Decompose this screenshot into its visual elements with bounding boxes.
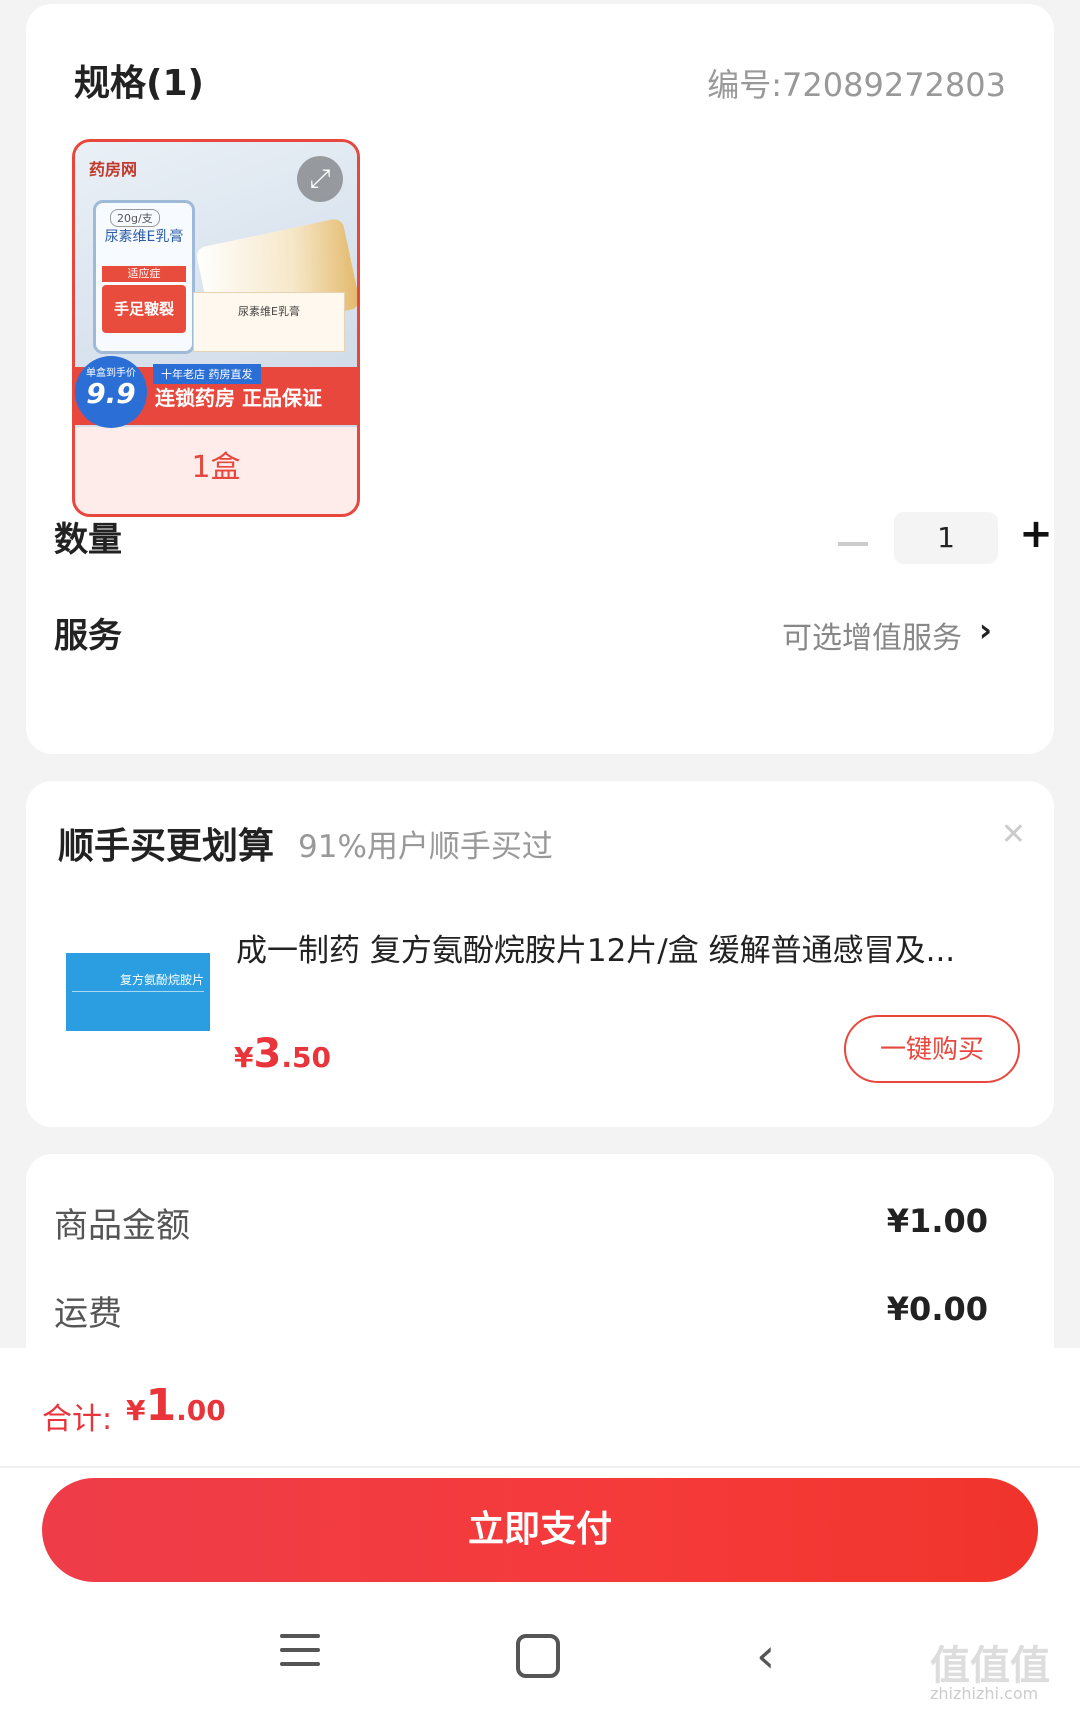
price-strip: 十年老店 药房直发 [153,364,261,384]
total-currency: ¥ [126,1394,146,1427]
price-badge: 单盒到手价 9.9 [75,356,147,428]
bottom-bar: 合计: ¥1.00 立即支付 ‹ 值值值 zhizhizhi.com [0,1348,1080,1717]
spec-title: 规格(1) [74,63,204,104]
product-carton: 尿素维E乳膏 [193,292,345,352]
price-slogan: 连锁药房 正品保证 [155,386,322,410]
product-code: 编号:72089272803 [707,66,1006,104]
price-value: 9.9 [86,377,136,410]
shipping-value: ¥0.00 [886,1290,988,1328]
quantity-minus-button[interactable] [838,542,868,546]
back-icon[interactable]: ‹ [756,1628,775,1684]
expand-icon[interactable]: ⤢ [297,156,343,202]
sku-option[interactable]: 药房网 ⤢ 20g/支 尿素维E乳膏 适应症 手足皲裂 尿素维E乳膏 单盒到手价… [72,139,360,517]
upsell-title: 顺手买更划算 [58,826,275,867]
summary-card: 商品金额 ¥1.00 运费 ¥0.00 [26,1154,1054,1354]
chevron-right-icon[interactable]: › [979,611,992,649]
shipping-label: 运费 [54,1294,122,1334]
price-dec: .50 [281,1041,331,1074]
divider [0,1466,1080,1468]
brand-logo: 药房网 [89,160,138,179]
carton-text: 尿素维E乳膏 [238,305,300,318]
watermark-url: zhizhizhi.com [930,1684,1039,1703]
upsell-product-name[interactable]: 成一制药 复方氨酚烷胺片12片/盒 缓解普通感冒及... [236,925,1036,970]
box-indication: 适应症 [102,266,186,282]
service-label: 服务 [54,616,122,656]
thumb-title: 复方氨酚烷胺片 [119,973,204,987]
box-indication-value: 手足皲裂 [102,285,186,333]
price-int: 3 [253,1031,282,1077]
quantity-label: 数量 [54,520,122,560]
box-name: 尿素维E乳膏 [104,229,184,245]
pay-now-button[interactable]: 立即支付 [42,1478,1038,1582]
total-label: 合计: [42,1402,113,1437]
upsell-product-image[interactable]: 复方氨酚烷胺片 [66,953,210,1031]
close-icon[interactable]: ✕ [1001,817,1026,852]
quantity-input[interactable]: 1 [894,512,998,564]
upsell-card: 顺手买更划算 91%用户顺手买过 ✕ 复方氨酚烷胺片 成一制药 复方氨酚烷胺片1… [26,781,1054,1127]
price-currency: ¥ [234,1041,254,1074]
total-int: 1 [145,1380,177,1431]
upsell-price: ¥3.50 [234,1031,331,1077]
sku-image: 药房网 ⤢ 20g/支 尿素维E乳膏 适应症 手足皲裂 尿素维E乳膏 单盒到手价… [75,142,357,428]
total-price: ¥1.00 [126,1380,226,1431]
quantity-plus-button[interactable]: + [1016,514,1056,554]
one-click-buy-button[interactable]: 一键购买 [844,1015,1020,1083]
upsell-subtitle: 91%用户顺手买过 [298,829,553,865]
total-dec: .00 [176,1394,226,1427]
product-box: 20g/支 尿素维E乳膏 适应症 手足皲裂 [93,200,195,354]
spec-card: 规格(1) 编号:72089272803 药房网 ⤢ 20g/支 尿素维E乳膏 … [26,4,1054,754]
service-value[interactable]: 可选增值服务 [782,613,962,657]
home-icon[interactable] [516,1634,560,1678]
menu-icon[interactable] [280,1634,320,1676]
box-spec: 20g/支 [110,209,160,227]
watermark: 值值值 [930,1643,1050,1689]
goods-amount-label: 商品金额 [54,1206,190,1246]
sku-label: 1盒 [191,450,241,485]
thumb-text [72,991,204,1012]
goods-amount-value: ¥1.00 [886,1202,988,1240]
